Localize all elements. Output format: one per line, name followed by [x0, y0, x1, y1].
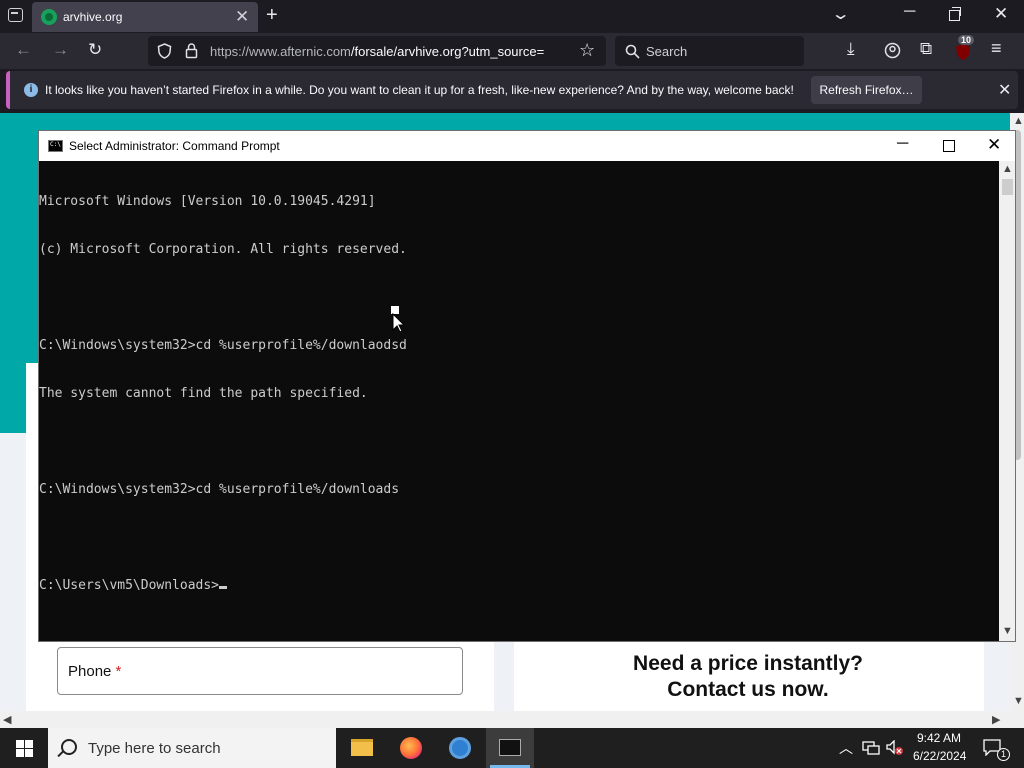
tab-title: arvhive.org: [63, 10, 123, 24]
firefox-icon: [400, 737, 422, 759]
downloads-icon[interactable]: ⤓: [847, 39, 855, 59]
cmd-minimize-icon[interactable]: ─: [897, 135, 908, 153]
volume-muted-icon[interactable]: [886, 740, 904, 756]
new-tab-icon[interactable]: +: [266, 4, 278, 27]
notification-close-icon[interactable]: ✕: [998, 80, 1011, 100]
extensions-icon[interactable]: ⧉: [920, 39, 932, 59]
page-horizontal-scrollbar[interactable]: ◀ ▶: [0, 711, 1024, 728]
bookmark-star-icon[interactable]: ☆: [579, 40, 595, 61]
command-prompt-icon: [499, 739, 521, 756]
reload-icon[interactable]: ↻: [88, 40, 102, 60]
cmd-scroll-down-icon[interactable]: ▼: [1002, 625, 1013, 637]
taskbar-search-box[interactable]: Type here to search: [48, 728, 336, 768]
chrome-icon: [449, 737, 471, 759]
tracking-shield-icon[interactable]: [157, 43, 172, 59]
cmd-console-output[interactable]: Microsoft Windows [Version 10.0.19045.42…: [39, 161, 999, 642]
console-line: The system cannot find the path specifie…: [39, 386, 368, 401]
cmd-scroll-up-icon[interactable]: ▲: [1002, 163, 1013, 175]
cmd-title-bar[interactable]: Select Administrator: Command Prompt ─ ✕: [39, 131, 1015, 161]
scroll-down-arrow-icon[interactable]: ▼: [1013, 695, 1024, 707]
ublock-shield-icon[interactable]: [955, 43, 971, 61]
notification-panel: i It looks like you haven’t started Fire…: [6, 71, 1018, 109]
taskbar-firefox[interactable]: [387, 728, 435, 768]
command-prompt-window[interactable]: Select Administrator: Command Prompt ─ ✕…: [38, 130, 1016, 642]
refresh-firefox-button[interactable]: Refresh Firefox…: [811, 76, 922, 104]
notification-count-badge: 1: [997, 748, 1010, 761]
console-prompt-line[interactable]: C:\Users\vm5\Downloads>: [39, 578, 999, 594]
lock-icon[interactable]: [185, 42, 198, 59]
taskbar-chrome[interactable]: [436, 728, 484, 768]
tab-list-icon[interactable]: [8, 8, 23, 22]
search-box[interactable]: Search: [615, 36, 804, 66]
tab-bar: arvhive.org ✕ + ⌄ ─ ✕: [0, 0, 1024, 33]
navigation-toolbar: ← → ↻ https://www.afternic.com/forsale/a…: [0, 33, 1024, 69]
search-placeholder: Search: [646, 44, 688, 59]
search-icon: [625, 44, 640, 59]
cmd-window-title: Select Administrator: Command Prompt: [69, 139, 280, 153]
extension-badge: 10: [958, 35, 975, 45]
taskbar-command-prompt[interactable]: [486, 728, 534, 768]
cmd-maximize-icon[interactable]: [943, 140, 955, 152]
url-text: https://www.afternic.com/forsale/arvhive…: [210, 44, 545, 59]
show-hidden-icons-chevron-icon[interactable]: ︿: [839, 738, 853, 758]
forward-arrow-icon[interactable]: →: [52, 40, 69, 60]
search-icon: [61, 739, 77, 755]
scroll-left-arrow-icon[interactable]: ◀: [3, 713, 11, 726]
phone-label: Phone *: [68, 663, 122, 680]
scroll-right-arrow-icon[interactable]: ▶: [992, 713, 1000, 726]
notification-bar: i It looks like you haven’t started Fire…: [0, 69, 1024, 113]
account-icon[interactable]: [884, 42, 901, 59]
clock-time[interactable]: 9:42 AM: [917, 731, 961, 745]
cmd-scrollbar-thumb[interactable]: [1002, 179, 1013, 195]
cmd-app-icon: [48, 140, 63, 152]
window-close-icon[interactable]: ✕: [994, 4, 1008, 24]
site-favicon-icon: [41, 9, 57, 25]
text-cursor: [219, 586, 228, 589]
taskbar-search-placeholder: Type here to search: [88, 740, 221, 757]
cmd-vertical-scrollbar[interactable]: ▲ ▼: [999, 161, 1015, 641]
console-prompt: C:\Users\vm5\Downloads>: [39, 578, 220, 593]
console-line: C:\Windows\system32>cd %userprofile%/dow…: [39, 338, 407, 353]
chevron-down-icon[interactable]: ⌄: [831, 4, 851, 24]
console-line: Microsoft Windows [Version 10.0.19045.42…: [39, 194, 376, 209]
price-heading: Need a price instantly? Contact us now.: [633, 652, 863, 701]
notification-text: It looks like you haven’t started Firefo…: [45, 83, 794, 97]
cmd-close-icon[interactable]: ✕: [987, 135, 1001, 155]
file-explorer-icon: [351, 739, 373, 756]
windows-start-icon[interactable]: [16, 740, 33, 757]
network-icon[interactable]: [862, 741, 880, 756]
mouse-pointer-icon: [391, 306, 404, 332]
info-icon: i: [24, 83, 38, 97]
window-minimize-icon[interactable]: ─: [904, 3, 915, 21]
window-restore-icon[interactable]: [949, 7, 961, 21]
clock-date[interactable]: 6/22/2024: [913, 749, 966, 763]
url-bar[interactable]: https://www.afternic.com/forsale/arvhive…: [148, 36, 606, 66]
menu-hamburger-icon[interactable]: ≡: [991, 38, 1002, 59]
console-line: (c) Microsoft Corporation. All rights re…: [39, 242, 407, 257]
back-arrow-icon[interactable]: ←: [15, 40, 32, 60]
scroll-up-arrow-icon[interactable]: ▲: [1013, 115, 1024, 127]
tab-close-icon[interactable]: ✕: [235, 7, 249, 27]
phone-field[interactable]: Phone *: [57, 647, 463, 695]
taskbar-file-explorer[interactable]: [338, 728, 386, 768]
console-line: C:\Windows\system32>cd %userprofile%/dow…: [39, 482, 400, 497]
browser-tab[interactable]: arvhive.org ✕: [32, 2, 258, 32]
windows-taskbar: Type here to search ︿ 9:42 AM 6/22/2024 …: [0, 728, 1024, 768]
